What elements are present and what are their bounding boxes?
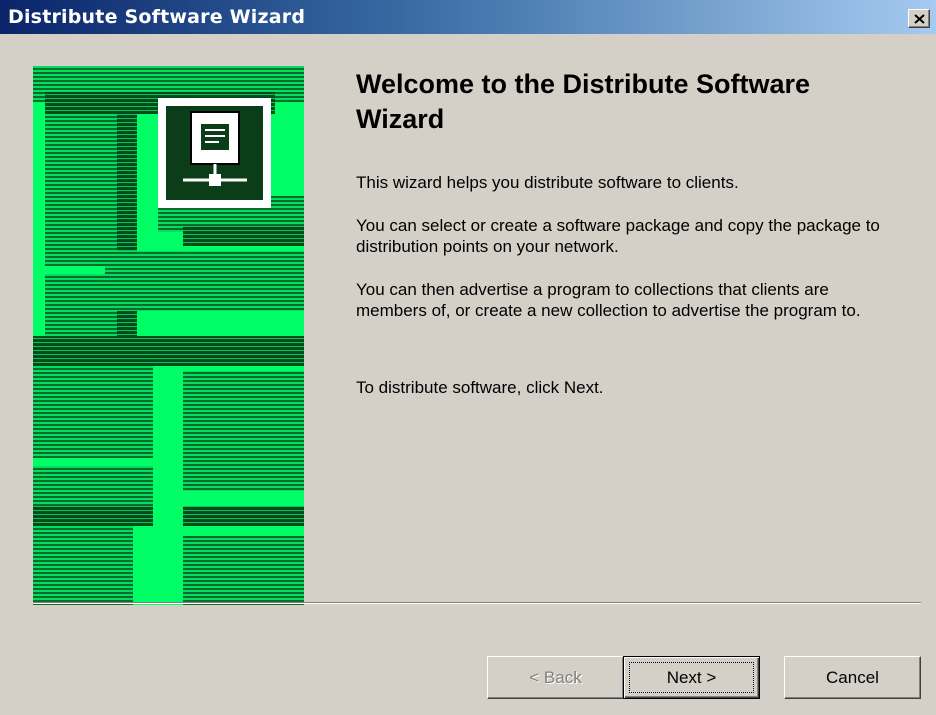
- wizard-window: Distribute Software Wizard Welcome to th…: [0, 0, 936, 715]
- window-title: Distribute Software Wizard: [8, 6, 306, 28]
- next-button[interactable]: Next >: [623, 656, 760, 699]
- close-button[interactable]: [908, 9, 930, 28]
- close-icon: [914, 14, 925, 24]
- title-bar[interactable]: Distribute Software Wizard: [0, 0, 936, 34]
- footer-separator: [33, 602, 921, 604]
- back-button-label: < Back: [529, 667, 582, 687]
- instruction-paragraph: To distribute software, click Next.: [356, 378, 604, 397]
- back-button[interactable]: < Back: [487, 656, 624, 699]
- cancel-button[interactable]: Cancel: [784, 656, 921, 699]
- page-heading: Welcome to the Distribute Software Wizar…: [356, 69, 811, 134]
- advertise-paragraph: You can then advertise a program to coll…: [356, 280, 861, 320]
- cancel-button-label: Cancel: [826, 667, 879, 687]
- intro-paragraph: This wizard helps you distribute softwar…: [356, 173, 739, 192]
- wizard-illustration: [33, 66, 304, 605]
- next-button-label: Next >: [666, 667, 717, 687]
- package-paragraph: You can select or create a software pack…: [356, 216, 880, 256]
